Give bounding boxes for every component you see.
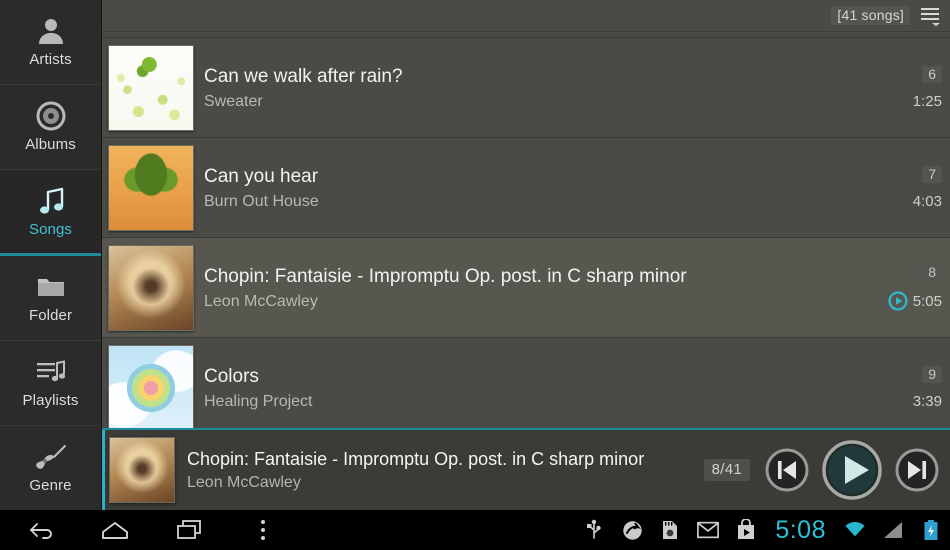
sidebar-item-label: Songs: [29, 221, 72, 238]
song-duration: 5:05: [913, 293, 942, 310]
song-duration: 1:25: [913, 93, 942, 110]
play-icon[interactable]: [820, 438, 884, 502]
usb-icon: [583, 519, 605, 541]
status-bar-clock: 5:08: [773, 516, 828, 545]
track-number: 8: [922, 264, 942, 281]
sidebar-item-songs[interactable]: Songs: [0, 170, 101, 257]
navigation-buttons: [0, 515, 278, 545]
sidebar-item-folder[interactable]: Folder: [0, 256, 101, 341]
song-artist: Burn Out House: [204, 193, 876, 211]
signal-bars-icon: [882, 519, 904, 541]
song-title: Can we walk after rain?: [204, 64, 876, 90]
sidebar-item-artists[interactable]: Artists: [0, 0, 101, 85]
duration-wrap: 5:05: [888, 291, 942, 311]
folder-icon: [34, 272, 68, 302]
track-number: 7: [922, 166, 942, 183]
sidebar-item-albums[interactable]: Albums: [0, 85, 101, 170]
status-tray[interactable]: 5:08: [583, 516, 950, 545]
music-player-app: Artists Albums Songs: [0, 0, 950, 550]
song-right-col: 6 1:25: [884, 66, 942, 110]
table-row[interactable]: Can we walk after rain? Sweater 6 1:25: [102, 38, 950, 138]
back-arrow-icon[interactable]: [26, 515, 56, 545]
skip-next-icon[interactable]: [894, 447, 940, 493]
now-playing-meta: Chopin: Fantaisie - Impromptu Op. post. …: [187, 449, 704, 492]
playlist-icon: [34, 357, 68, 387]
list-header: [41 songs]: [102, 0, 950, 32]
sidebar-item-label: Albums: [25, 136, 76, 153]
song-count-badge: [41 songs]: [831, 6, 910, 25]
sidebar-item-label: Playlists: [23, 392, 79, 409]
table-row[interactable]: Can you hear Burn Out House 7 4:03: [102, 138, 950, 238]
orange-tree-art: [109, 146, 193, 230]
sepia-dandelion-art: [109, 246, 193, 330]
android-system-bar: 5:08: [0, 510, 950, 550]
duration-wrap: 1:25: [913, 93, 942, 110]
table-row-playing[interactable]: Chopin: Fantaisie - Impromptu Op. post. …: [102, 238, 950, 338]
table-row[interactable]: Colors Healing Project 9 3:39: [102, 338, 950, 438]
song-list-panel: [41 songs]: [102, 0, 950, 510]
track-number: 6: [922, 66, 942, 83]
song-meta: Can you hear Burn Out House: [204, 164, 884, 212]
song-title: Chopin: Fantaisie - Impromptu Op. post. …: [204, 264, 876, 290]
circle-arrow-icon: [621, 519, 643, 541]
song-artist: Sweater: [204, 93, 876, 111]
song-list: Can we walk after rain? Sweater 6 1:25: [102, 38, 950, 438]
sdcard-settings-icon: [659, 519, 681, 541]
battery-charging-icon: [920, 519, 942, 541]
wifi-icon: [844, 519, 866, 541]
song-duration: 3:39: [913, 393, 942, 410]
sort-list-icon[interactable]: [916, 3, 944, 29]
person-icon: [34, 16, 68, 46]
album-art: [108, 145, 194, 231]
home-icon[interactable]: [100, 515, 130, 545]
now-playing-indicator-icon: [888, 291, 908, 311]
song-meta: Can we walk after rain? Sweater: [204, 64, 884, 112]
disc-icon: [34, 101, 68, 131]
album-art: [108, 45, 194, 131]
duration-wrap: 4:03: [913, 193, 942, 210]
green-confetti-art: [109, 46, 193, 130]
music-note-icon: [34, 186, 68, 216]
song-right-col: 7 4:03: [884, 166, 942, 210]
song-right-col: 8 5:05: [884, 264, 942, 311]
sidebar-item-label: Folder: [29, 307, 72, 324]
gmail-envelope-icon: [697, 519, 719, 541]
track-number: 9: [922, 366, 942, 383]
recent-apps-icon[interactable]: [174, 515, 204, 545]
overflow-menu-icon[interactable]: [248, 515, 278, 545]
song-meta: Colors Healing Project: [204, 364, 884, 412]
sidebar-item-label: Artists: [29, 51, 71, 68]
now-playing-album-art[interactable]: [109, 437, 175, 503]
sidebar: Artists Albums Songs: [0, 0, 102, 510]
song-title: Can you hear: [204, 164, 876, 190]
transport-controls: [764, 438, 940, 502]
song-artist: Leon McCawley: [204, 293, 876, 311]
song-duration: 4:03: [913, 193, 942, 210]
album-art: [108, 245, 194, 331]
sidebar-item-genre[interactable]: Genre: [0, 426, 101, 510]
app-body: Artists Albums Songs: [0, 0, 950, 510]
song-right-col: 9 3:39: [884, 366, 942, 410]
sepia-dandelion-art: [110, 438, 174, 502]
song-meta: Chopin: Fantaisie - Impromptu Op. post. …: [204, 264, 884, 312]
now-playing-title: Chopin: Fantaisie - Impromptu Op. post. …: [187, 449, 704, 470]
queue-position-badge: 8/41: [704, 459, 750, 481]
now-playing-bar: Chopin: Fantaisie - Impromptu Op. post. …: [102, 428, 950, 510]
play-store-bag-icon: [735, 519, 757, 541]
sidebar-item-label: Genre: [29, 477, 71, 494]
sidebar-item-playlists[interactable]: Playlists: [0, 341, 101, 426]
skip-previous-icon[interactable]: [764, 447, 810, 493]
now-playing-artist: Leon McCawley: [187, 474, 704, 492]
guitar-icon: [34, 442, 68, 472]
song-artist: Healing Project: [204, 393, 876, 411]
album-art: [108, 345, 194, 431]
duration-wrap: 3:39: [913, 393, 942, 410]
song-title: Colors: [204, 364, 876, 390]
sky-balloon-art: [109, 346, 193, 430]
